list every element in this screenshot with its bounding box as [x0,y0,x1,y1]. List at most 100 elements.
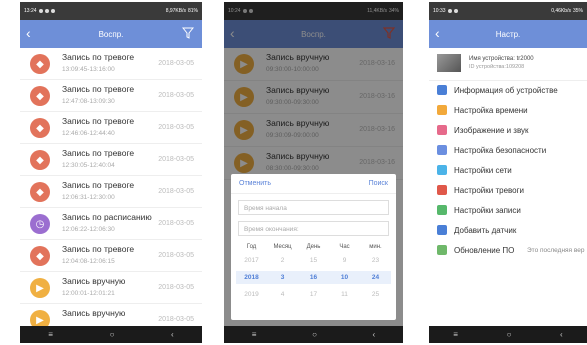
date-time-picker[interactable]: Год Месяц День Час мин. 2017 2 15 9 23 2018 3 16 10 2… [236,244,391,316]
settings-item[interactable]: Настройка безопасности [429,140,587,160]
recording-list: ◆ Запись по тревоге 13:09:45-13:16:00 2018-… [20,48,202,326]
notification-icon [38,9,43,13]
settings-item-note: Это последняя вер [527,246,585,254]
time-search-dialog: Отменить Поиск Время начала Время оконча… [231,174,396,320]
picker-column-label: Час [339,244,350,250]
dialog-toolbar: Отменить Поиск [231,174,396,194]
settings-item[interactable]: Информация об устройстве [429,80,587,100]
picker-row[interactable]: 2017 2 15 9 23 [236,257,391,264]
back-icon[interactable]: ‹ [26,26,31,40]
settings-item[interactable]: Добавить датчик [429,220,587,240]
settings-item[interactable]: Настройки тревоги [429,180,587,200]
list-item[interactable]: ◆ Запись по тревоге 12:47:08-13:09:30 2018-… [20,80,202,112]
filter-icon[interactable] [182,27,194,39]
manual-record-icon: ▶ [30,310,50,326]
recording-title: Запись по тревоге [62,180,135,190]
settings-item-label: Настройки сети [454,165,512,175]
recording-title: Запись по тревоге [62,84,135,94]
search-button[interactable]: Поиск [369,180,388,187]
back-icon[interactable]: ‹ [435,26,440,40]
recording-time: 12:47:08-13:09:30 [62,98,115,105]
list-item[interactable]: ▶ Запись вручную 2018-03-05 [20,304,202,326]
menu-icon[interactable]: ≡ [252,330,257,339]
picker-column-label: Месяц [273,244,292,250]
list-item[interactable]: ◆ Запись по тревоге 12:06:31-12:30:00 2018-… [20,176,202,208]
list-item[interactable]: ▶ Запись вручную 12:00:01-12:01:21 2018-03-… [20,272,202,304]
alarm-icon: ◆ [30,118,50,138]
recording-date: 2018-03-05 [158,284,194,291]
list-item[interactable]: ◆ Запись по тревоге 12:46:06-12:44:40 2018-… [20,112,202,144]
picker-value: 10 [340,274,349,281]
recording-title: Запись по тревоге [62,244,135,254]
notification-icon [453,9,458,13]
notification-icon [50,9,55,13]
picker-value: 11 [341,291,348,298]
settings-item-icon [437,105,447,115]
alarm-icon: ◆ [30,246,50,266]
settings-item-label: Настройки тревоги [454,185,525,195]
picker-value: 4 [280,291,285,298]
settings-item-label: Добавить датчик [454,225,517,235]
list-item[interactable]: ◆ Запись по тревоге 13:09:45-13:16:00 2018-… [20,48,202,80]
network-speed: 8,97KB/s [165,8,186,14]
settings-item[interactable]: Обновление ПО Это последняя вер [429,240,587,260]
settings-item-icon [437,165,447,175]
alarm-icon: ◆ [30,182,50,202]
recording-date: 2018-03-05 [158,252,194,259]
recording-title: Запись вручную [62,276,126,286]
device-info-row[interactable]: Имя устройства: tr2000 ID устройства:109… [429,48,587,81]
recording-date: 2018-03-05 [158,92,194,99]
status-time: 13:24 [24,8,37,14]
list-item[interactable]: ◆ Запись по тревоге 12:30:05-12:40:04 2018-… [20,144,202,176]
picker-value: 25 [371,291,380,298]
alarm-icon: ◆ [30,86,50,106]
settings-item-icon [437,205,447,215]
picker-value: 2018 [244,274,259,281]
home-icon[interactable]: ○ [507,330,512,339]
start-time-field[interactable]: Время начала [238,200,389,215]
picker-value: 16 [309,274,318,281]
menu-icon[interactable]: ≡ [48,330,53,339]
list-item[interactable]: ◆ Запись по тревоге 12:04:08-12:06:15 2018-… [20,240,202,272]
recording-title: Запись по тревоге [62,52,135,62]
picker-selected-row[interactable]: 2018 3 16 10 24 [236,271,391,284]
phone-time-search: 10:24 11,4KB/s 34% ‹ Воспр. ▶ Запись вруч… [224,2,403,343]
back-nav-icon[interactable]: ‹ [373,330,376,339]
picker-row[interactable]: 2019 4 17 11 25 [236,291,391,298]
home-icon[interactable]: ○ [110,330,115,339]
settings-item-icon [437,85,447,95]
picker-value: 24 [371,274,380,281]
phone-playback-list: 13:24 8,97KB/s 81% ‹ Воспр. ◆ Запись по т… [20,2,202,343]
recording-time: 12:04:08-12:06:15 [62,258,115,265]
back-nav-icon[interactable]: ‹ [171,330,174,339]
picker-value: 15 [309,257,318,264]
end-time-field[interactable]: Время окончания: [238,221,389,236]
back-nav-icon[interactable]: ‹ [560,330,563,339]
settings-item[interactable]: Настройки записи [429,200,587,220]
recording-title: Запись вручную [62,308,126,318]
settings-item-icon [437,245,447,255]
settings-item[interactable]: Настройка времени [429,100,587,120]
recording-title: Запись по расписанию [62,212,152,222]
battery-level: 81% [187,8,198,14]
notification-icon [44,9,49,13]
android-nav-bar: ≡ ○ ‹ [224,326,403,343]
status-bar: 10:33 0,46Kb/s 35% [429,2,587,20]
menu-icon[interactable]: ≡ [453,330,458,339]
list-item[interactable]: ◷ Запись по расписанию 12:06:22-12:06:30 20… [20,208,202,240]
settings-item-label: Обновление ПО [454,245,515,255]
settings-item[interactable]: Изображение и звук [429,120,587,140]
recording-time: 12:46:06-12:44:40 [62,130,115,137]
picker-value: 2017 [244,257,259,264]
settings-menu: Информация об устройстве Настройка времен… [429,80,587,260]
settings-item-label: Информация об устройстве [454,85,558,95]
settings-item[interactable]: Настройки сети [429,160,587,180]
cancel-button[interactable]: Отменить [239,180,271,187]
picker-column-label: Год [246,244,257,250]
recording-date: 2018-03-05 [158,316,194,323]
app-header: ‹ Воспр. [20,20,202,48]
recording-title: Запись по тревоге [62,116,135,126]
picker-column-label: мин. [369,244,382,250]
home-icon[interactable]: ○ [312,330,317,339]
recording-date: 2018-03-05 [158,60,194,67]
